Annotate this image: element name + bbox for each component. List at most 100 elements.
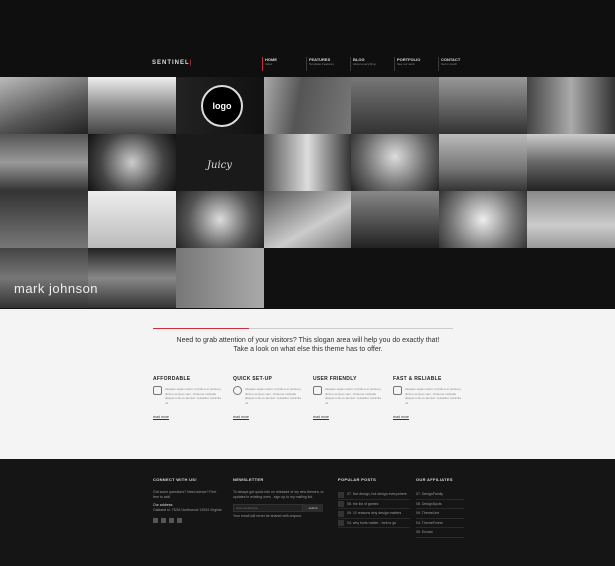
photo-grid <box>0 77 615 309</box>
popular-post-item[interactable]: 08. the list of games <box>338 500 410 509</box>
photo-tile-hood[interactable] <box>0 191 88 248</box>
popular-post-item[interactable]: 07. Not design, but design everywhere <box>338 490 410 500</box>
newsletter-text: To always get quick info on released of … <box>233 490 324 499</box>
photo-tile-lying[interactable] <box>527 191 615 248</box>
post-title: why fonts matter - font to go <box>352 520 397 525</box>
footer-heading: OUR AFFILIATES <box>416 477 453 482</box>
juicy-sign: Juicy <box>207 160 232 171</box>
footer-affiliates: OUR AFFILIATES 07. DesignFamily 08. Desi… <box>416 477 464 538</box>
post-title: the list of games <box>352 501 379 506</box>
site-logo[interactable]: SENTINEL| <box>152 60 192 66</box>
photo-tile-waves[interactable] <box>0 134 88 191</box>
post-date: 07. <box>347 492 352 496</box>
footer-heading: POPULAR POSTS <box>338 477 377 482</box>
rocket-icon <box>393 386 402 395</box>
post-date: 09. <box>347 511 352 515</box>
twitter-icon[interactable] <box>153 518 158 523</box>
footer-newsletter: NEWSLETTER To always get quick info on r… <box>233 477 331 519</box>
affiliate-item[interactable]: 09. ThemeLine <box>416 509 464 519</box>
photo-tile-sky[interactable] <box>176 248 264 308</box>
photo-tile-face[interactable] <box>439 191 527 248</box>
popular-post-item[interactable]: 09. 10 reasons why design matters <box>338 509 410 519</box>
linkedin-icon[interactable] <box>169 518 174 523</box>
footer-popular-posts: POPULAR POSTS 07. Not design, but design… <box>338 477 410 528</box>
feature-text: Aliquam sapien dolor, tincidunt et porta… <box>405 387 462 405</box>
newsletter-email-input[interactable]: enter email here <box>233 504 303 512</box>
affiliate-item[interactable]: 05. Envato <box>416 528 464 538</box>
photo-tile-blonde[interactable] <box>351 134 439 191</box>
affiliate-item[interactable]: 08. DesignSpots <box>416 500 464 509</box>
read-more-link[interactable]: read more <box>393 415 409 419</box>
nav-sub: Index <box>265 62 273 66</box>
logo-text: SENTINEL <box>152 60 190 66</box>
photo-tile-arches[interactable] <box>88 248 176 308</box>
nav-home[interactable]: HOME Index <box>262 57 306 71</box>
nav-sub: Get in touch <box>441 62 458 66</box>
post-title: 10 reasons why design matters <box>352 511 402 515</box>
newsletter-submit-button[interactable]: submit <box>303 504 323 512</box>
check-icon <box>313 386 322 395</box>
nav-sub: About everything <box>353 62 376 66</box>
affiliate-item[interactable]: 07. DesignFamily <box>416 490 464 500</box>
gear-icon <box>233 386 242 395</box>
logo-accent: | <box>189 60 193 66</box>
photo-tile-tram[interactable] <box>351 191 439 248</box>
rss-icon[interactable] <box>177 518 182 523</box>
read-more-link[interactable]: read more <box>313 415 329 419</box>
footer-connect: CONNECT WITH US! Got some questions? Nee… <box>153 477 223 523</box>
slogan-section <box>0 309 615 459</box>
read-more-link[interactable]: read more <box>233 415 249 419</box>
social-icons <box>153 518 223 523</box>
feature-user-friendly: USER FRIENDLY Aliquam sapien dolor, tinc… <box>313 376 383 423</box>
feature-title: QUICK SET-UP <box>233 376 273 382</box>
photo-tile-coast[interactable] <box>527 134 615 191</box>
post-thumbnail <box>338 520 344 526</box>
photo-tile-street[interactable] <box>0 248 88 308</box>
photo-tile-man[interactable] <box>264 134 351 191</box>
read-more-link[interactable]: read more <box>153 415 169 419</box>
photo-tile-trees[interactable] <box>527 77 615 134</box>
slogan-divider <box>153 328 453 329</box>
link-icon <box>153 386 162 395</box>
photo-tile-road[interactable] <box>264 77 351 134</box>
footer-heading: NEWSLETTER <box>233 477 264 482</box>
post-thumbnail <box>338 501 344 507</box>
affiliate-item[interactable]: 04. ThemeForest <box>416 519 464 528</box>
post-title: Not design, but design everywhere <box>352 492 407 496</box>
photo-tile-palm[interactable] <box>0 77 88 134</box>
footer-heading: CONNECT WITH US! <box>153 477 197 482</box>
photo-tile-tower[interactable] <box>88 77 176 134</box>
nav-sub: Template Features <box>309 62 334 66</box>
post-thumbnail <box>338 510 344 517</box>
photo-tile-snow[interactable] <box>88 191 176 248</box>
photo-tile-beanie[interactable] <box>176 191 264 248</box>
nav-features[interactable]: FEATURES Template Features <box>306 57 350 71</box>
post-date: 04. <box>347 520 352 525</box>
nav-portfolio[interactable]: PORTFOLIO See our work <box>394 57 438 71</box>
feature-text: Aliquam sapien dolor, tincidunt et porta… <box>325 387 382 405</box>
address-text: Oakland st. 75/34 Northwood 12534 Virgin… <box>153 508 222 512</box>
feature-title: AFFORDABLE <box>153 376 191 382</box>
feature-affordable: AFFORDABLE Aliquam sapien dolor, tincidu… <box>153 376 223 423</box>
post-date: 08. <box>347 501 352 506</box>
slogan-text: Need to grab attention of your visitors?… <box>153 336 463 354</box>
nav-contact[interactable]: CONTACT Get in touch <box>438 57 482 71</box>
photo-tile-subway[interactable] <box>351 77 439 134</box>
main-nav: HOME Index FEATURES Template Features BL… <box>262 57 482 71</box>
photo-tile-palms[interactable] <box>439 134 527 191</box>
nav-blog[interactable]: BLOG About everything <box>350 57 394 71</box>
header: SENTINEL| HOME Index FEATURES Template F… <box>0 0 615 77</box>
feature-title: FAST & RELIABLE <box>393 376 442 382</box>
photo-caption: mark johnson <box>14 281 99 296</box>
slogan-line-2: Take a look on what else this theme has … <box>233 346 383 353</box>
popular-post-item[interactable]: 04. why fonts matter - font to go <box>338 519 410 528</box>
slogan-line-1: Need to grab attention of your visitors?… <box>176 337 440 344</box>
photo-tile-woman[interactable] <box>88 134 176 191</box>
photo-tile-bridge[interactable] <box>439 77 527 134</box>
nav-sub: See our work <box>397 62 415 66</box>
photo-tile-rock[interactable] <box>264 191 351 248</box>
badge-text: logo <box>212 101 232 111</box>
connect-intro: Got some questions? Need advice? Feel fr… <box>153 490 217 499</box>
facebook-icon[interactable] <box>161 518 166 523</box>
feature-text: Aliquam sapien dolor, tincidunt et porta… <box>245 387 302 405</box>
